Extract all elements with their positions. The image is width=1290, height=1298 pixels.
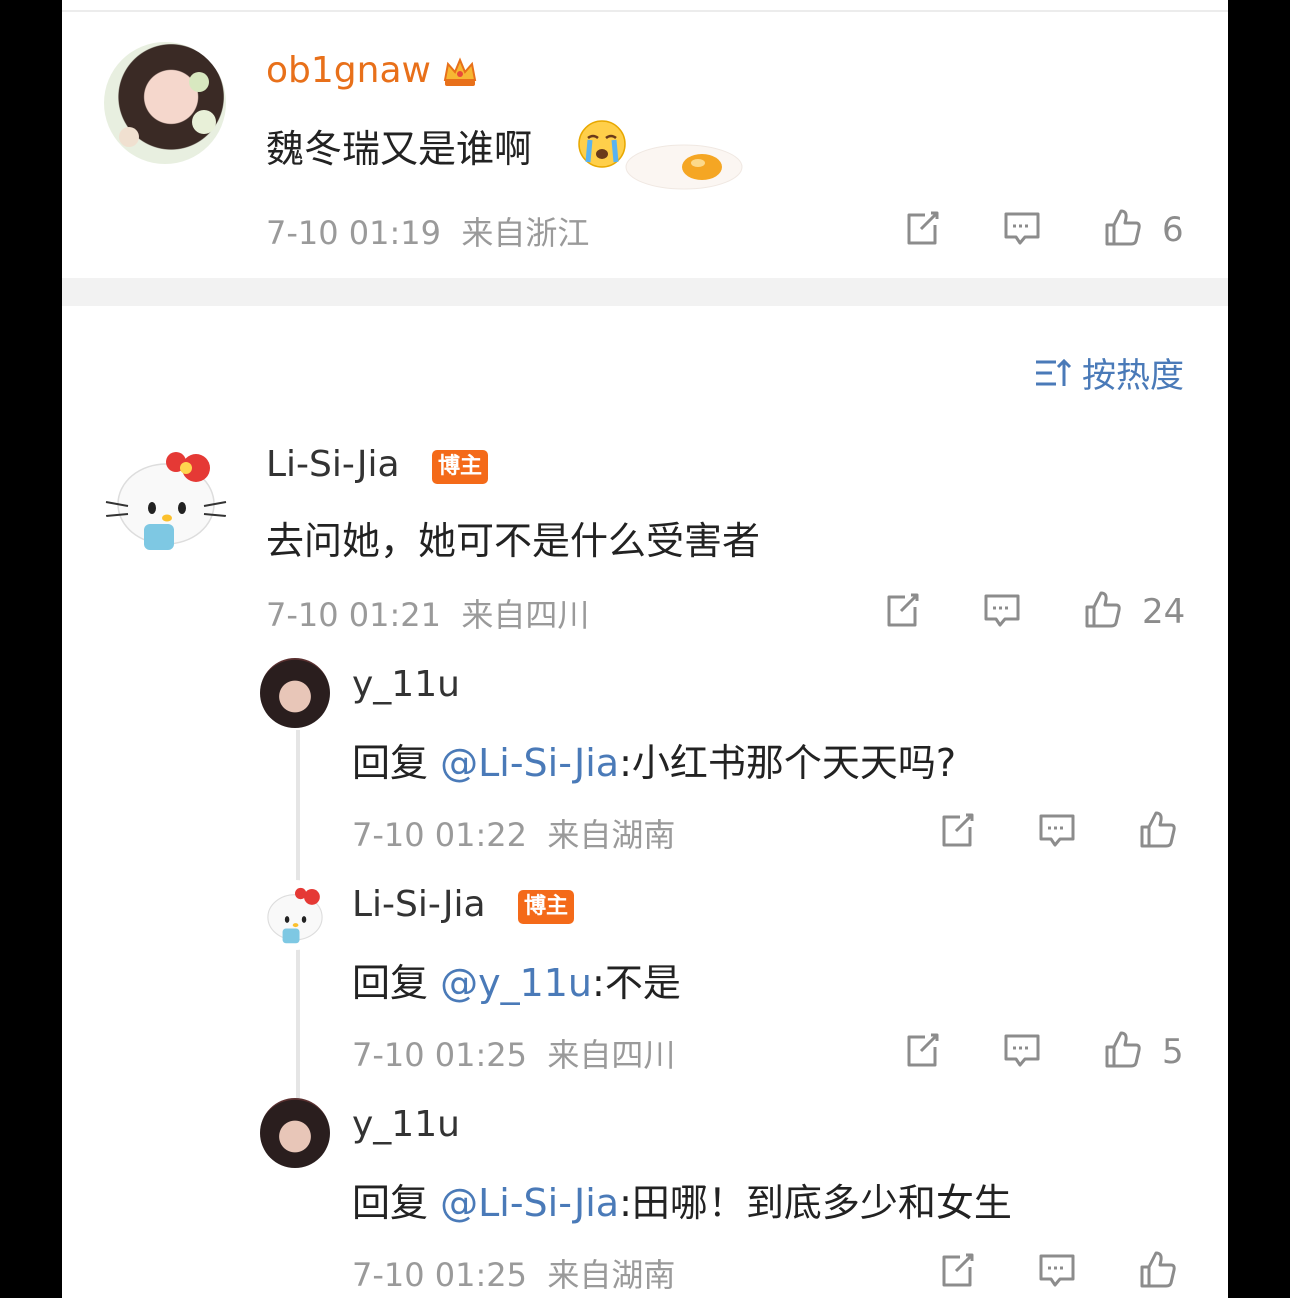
comment-icon[interactable] xyxy=(1000,1028,1044,1072)
avatar[interactable] xyxy=(260,658,330,728)
like-icon[interactable] xyxy=(1080,588,1124,632)
comment-icon[interactable] xyxy=(1000,206,1044,250)
egg-icon xyxy=(614,135,744,199)
reply-text: 回复 @Li-Si-Jia:田哪！到底多少和女生 xyxy=(352,1181,1012,1225)
share-icon[interactable] xyxy=(900,1028,944,1072)
like-icon[interactable] xyxy=(1135,808,1179,852)
comment-icon[interactable] xyxy=(1035,808,1079,852)
section-divider xyxy=(62,278,1228,306)
share-icon[interactable] xyxy=(900,206,944,250)
comment-icon[interactable] xyxy=(980,588,1024,632)
share-icon[interactable] xyxy=(935,1248,979,1292)
comment-text: 魏冬瑞又是谁啊 xyxy=(266,127,533,171)
avatar[interactable] xyxy=(260,1098,330,1168)
like-icon[interactable] xyxy=(1100,1028,1144,1072)
reply-meta: 7-10 01:25 来自四川 xyxy=(352,1036,676,1074)
avatar[interactable] xyxy=(104,438,228,562)
mention-link[interactable]: @Li-Si-Jia xyxy=(440,741,619,785)
reply-meta: 7-10 01:22 来自湖南 xyxy=(352,816,676,854)
like-count: 24 xyxy=(1142,592,1186,632)
sort-icon xyxy=(1036,358,1072,386)
mention-link[interactable]: @Li-Si-Jia xyxy=(440,1181,619,1225)
reply-text: 回复 @y_11u:不是 xyxy=(352,961,681,1005)
username[interactable]: Li-Si-Jia xyxy=(352,884,486,925)
username[interactable]: Li-Si-Jia xyxy=(266,444,400,485)
username[interactable]: ob1gnaw xyxy=(266,50,431,91)
comment-meta: 7-10 01:19 来自浙江 xyxy=(266,214,590,252)
blogger-badge: 博主 xyxy=(518,890,575,924)
sort-label: 按热度 xyxy=(1082,356,1184,396)
like-count: 5 xyxy=(1162,1032,1184,1072)
hello-kitty-avatar xyxy=(105,452,227,550)
avatar[interactable] xyxy=(260,880,330,950)
mention-link[interactable]: @y_11u xyxy=(440,961,592,1005)
username[interactable]: y_11u xyxy=(352,1104,460,1145)
share-icon[interactable] xyxy=(935,808,979,852)
share-icon[interactable] xyxy=(880,588,924,632)
reply-text: 回复 @Li-Si-Jia:小红书那个天天吗? xyxy=(352,741,957,785)
reply-meta: 7-10 01:25 来自湖南 xyxy=(352,1256,676,1294)
comment-page: ob1gnaw 魏冬瑞又是谁啊 7-10 01:19 来自浙江 6 按热度 Li… xyxy=(62,0,1228,1298)
like-icon[interactable] xyxy=(1135,1248,1179,1292)
crown-icon xyxy=(440,52,480,96)
avatar-photo xyxy=(119,72,216,147)
like-icon[interactable] xyxy=(1100,206,1144,250)
divider xyxy=(62,10,1228,12)
blogger-badge: 博主 xyxy=(432,450,489,484)
comment-text: 去问她，她可不是什么受害者 xyxy=(266,519,761,563)
username[interactable]: y_11u xyxy=(352,664,460,705)
hello-kitty-avatar xyxy=(267,887,323,944)
comment-meta: 7-10 01:21 来自四川 xyxy=(266,596,590,634)
avatar[interactable] xyxy=(104,42,226,164)
sort-button[interactable]: 按热度 xyxy=(1034,348,1184,397)
like-count: 6 xyxy=(1162,210,1184,250)
comment-icon[interactable] xyxy=(1035,1248,1079,1292)
